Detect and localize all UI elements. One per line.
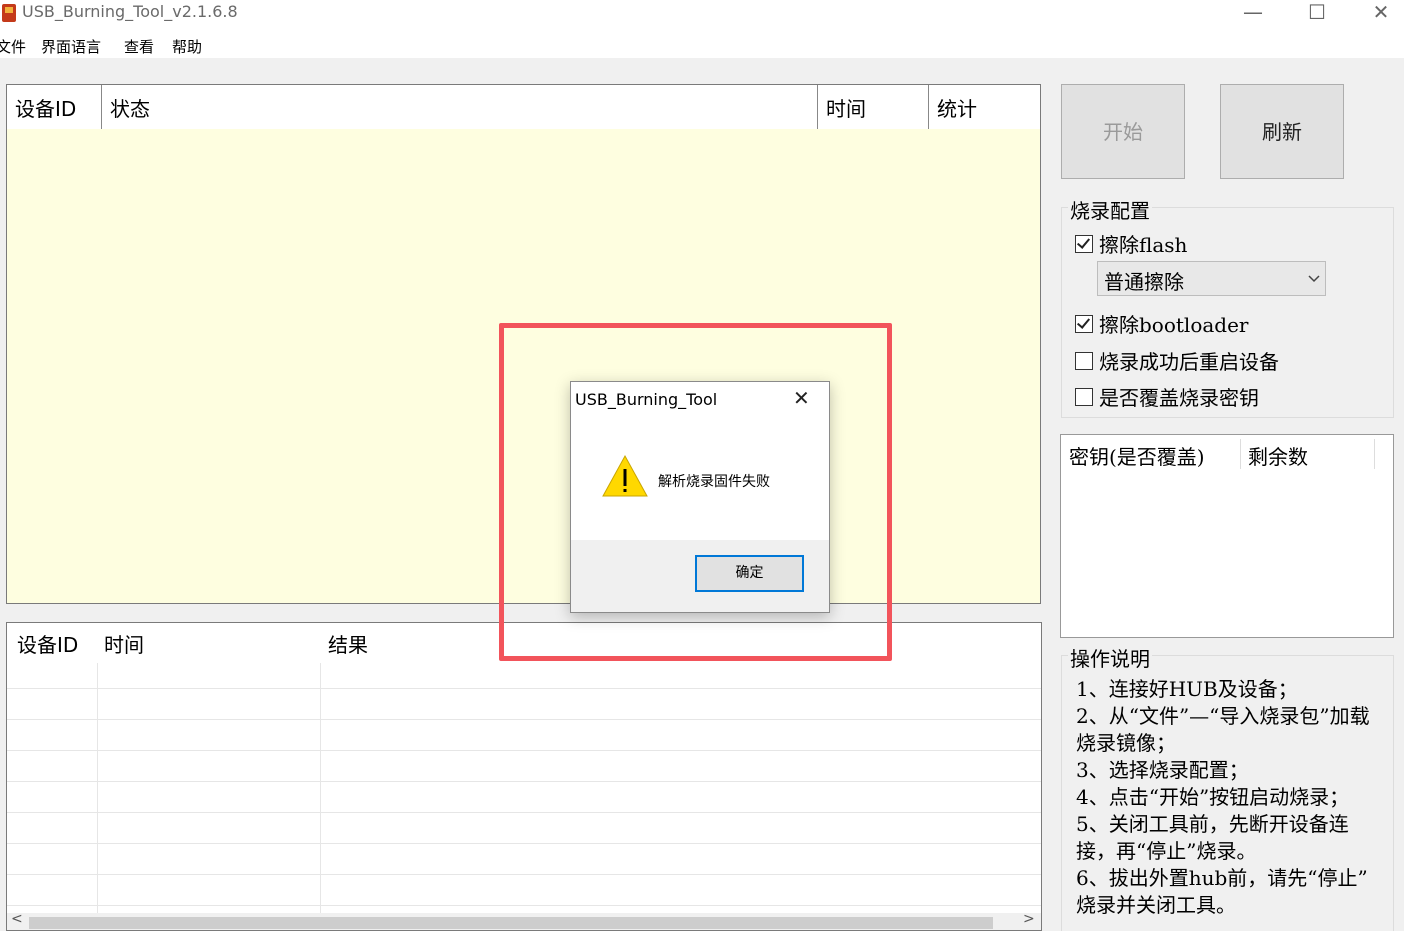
dialog-message: 解析烧录固件失败 xyxy=(658,474,770,490)
menu-view[interactable]: 查看 xyxy=(124,36,154,57)
minimize-button[interactable]: — xyxy=(1230,0,1276,30)
burn-config-title: 烧录配置 xyxy=(1068,195,1152,224)
checkbox-unchecked-icon[interactable] xyxy=(1075,352,1093,370)
col-device-id[interactable]: 设备ID xyxy=(7,85,102,129)
checkbox-checked-icon[interactable] xyxy=(1075,315,1093,333)
col-status[interactable]: 状态 xyxy=(102,85,818,129)
maximize-button[interactable]: ☐ xyxy=(1294,0,1340,30)
instruction-line: 1、连接好HUB及设备； xyxy=(1076,677,1298,701)
app-icon xyxy=(2,4,16,22)
instruction-line: 3、选择烧录配置； xyxy=(1076,758,1249,782)
scroll-left-icon[interactable]: < xyxy=(11,911,23,927)
erase-flash-label: 擦除flash xyxy=(1099,233,1188,257)
horizontal-scrollbar[interactable]: < > xyxy=(7,911,1041,930)
col-stats[interactable]: 统计 xyxy=(929,85,1040,129)
menu-bar xyxy=(0,34,1404,58)
instruction-line: 5、关闭工具前，先断开设备连 xyxy=(1076,812,1349,836)
dialog-title: USB_Burning_Tool xyxy=(575,390,718,409)
scroll-thumb[interactable] xyxy=(29,917,993,929)
warning-icon xyxy=(602,454,648,497)
column-divider xyxy=(1374,439,1375,469)
reboot-after-label: 烧录成功后重启设备 xyxy=(1099,350,1279,374)
instruction-line: 4、点击“开始”按钮启动烧录； xyxy=(1076,785,1350,809)
start-button[interactable]: 开始 xyxy=(1061,84,1185,179)
menu-language[interactable]: 界面语言 xyxy=(41,36,101,57)
menu-file[interactable]: 文件 xyxy=(0,36,26,57)
instruction-line: 6、拔出外置hub前，请先“停止” xyxy=(1076,866,1368,890)
column-divider xyxy=(1240,439,1241,469)
erase-bootloader-label: 擦除bootloader xyxy=(1099,313,1249,337)
col-remaining[interactable]: 剩余数 xyxy=(1248,441,1308,470)
dialog-close-icon[interactable]: ✕ xyxy=(793,386,810,410)
table-row xyxy=(7,843,1041,844)
instruction-line: 烧录镜像； xyxy=(1076,731,1176,755)
checkbox-checked-icon[interactable] xyxy=(1075,235,1093,253)
error-dialog: USB_Burning_Tool ✕ 解析烧录固件失败 确定 xyxy=(570,381,830,613)
erase-mode-value: 普通擦除 xyxy=(1104,270,1184,294)
result-table[interactable]: 设备ID 时间 结果 < > xyxy=(6,622,1042,931)
instruction-line: 2、从“文件”—“导入烧录包”加载 xyxy=(1076,704,1370,728)
chevron-down-icon xyxy=(1308,275,1320,283)
ok-button[interactable]: 确定 xyxy=(695,555,804,592)
erase-bootloader-checkbox[interactable]: 擦除bootloader xyxy=(1075,309,1248,338)
instruction-line: 烧录并关闭工具。 xyxy=(1076,893,1236,917)
reboot-after-checkbox[interactable]: 烧录成功后重启设备 xyxy=(1075,346,1279,375)
table-row xyxy=(7,781,1041,782)
checkbox-unchecked-icon[interactable] xyxy=(1075,388,1093,406)
grid-divider xyxy=(320,663,321,930)
table-row xyxy=(7,719,1041,720)
table-row xyxy=(7,688,1041,689)
col-result-time[interactable]: 时间 xyxy=(104,629,144,658)
col-time[interactable]: 时间 xyxy=(818,85,929,129)
col-result[interactable]: 结果 xyxy=(328,629,368,658)
erase-mode-select[interactable]: 普通擦除 xyxy=(1097,261,1326,296)
scroll-right-icon[interactable]: > xyxy=(1023,911,1035,927)
table-row xyxy=(7,812,1041,813)
menu-help[interactable]: 帮助 xyxy=(172,36,202,57)
table-row xyxy=(7,750,1041,751)
grid-divider xyxy=(97,663,98,930)
table-row xyxy=(7,874,1041,875)
erase-flash-checkbox[interactable]: 擦除flash xyxy=(1075,229,1187,258)
window-title: USB_Burning_Tool_v2.1.6.8 xyxy=(22,2,238,21)
instruction-line: 接，再“停止”烧录。 xyxy=(1076,839,1257,863)
col-result-device-id[interactable]: 设备ID xyxy=(17,629,78,658)
table-row xyxy=(7,905,1041,906)
key-table[interactable]: 密钥(是否覆盖) 剩余数 xyxy=(1060,434,1394,638)
instructions-title: 操作说明 xyxy=(1068,643,1152,672)
overwrite-key-label: 是否覆盖烧录密钥 xyxy=(1099,386,1259,410)
overwrite-key-checkbox[interactable]: 是否覆盖烧录密钥 xyxy=(1075,382,1259,411)
col-key-overwrite[interactable]: 密钥(是否覆盖) xyxy=(1069,441,1205,470)
refresh-button[interactable]: 刷新 xyxy=(1220,84,1344,179)
close-button[interactable]: ✕ xyxy=(1358,0,1404,30)
